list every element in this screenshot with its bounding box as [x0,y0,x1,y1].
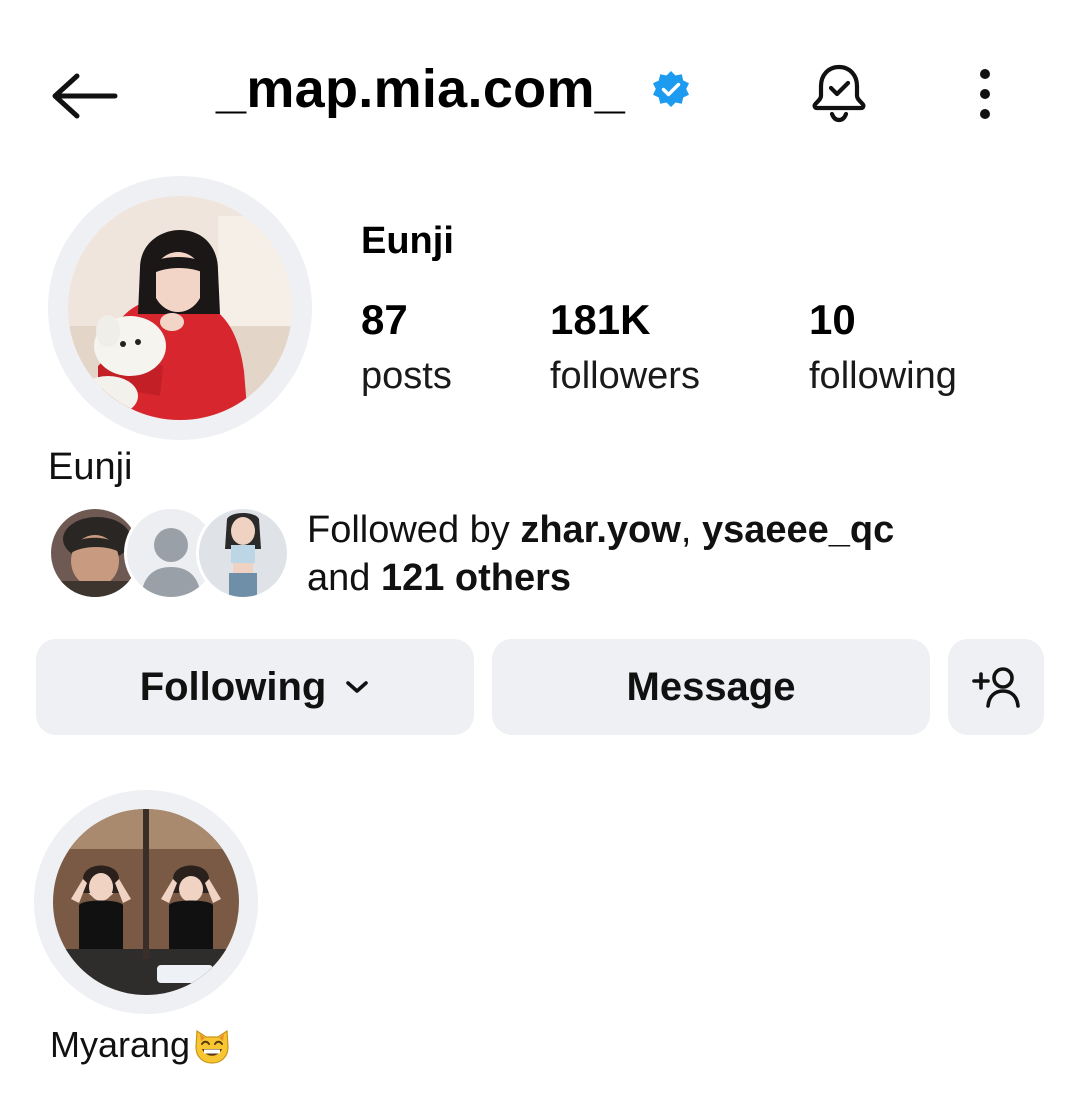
following-button[interactable]: Following [36,639,474,735]
profile-avatar[interactable] [48,176,312,440]
mutual-avatar-3 [196,506,290,600]
highlight-label: Myarang [50,1024,232,1066]
mutual-followers-avatars[interactable] [48,506,290,600]
highlight-cover [53,809,239,995]
followed-by-text[interactable]: Followed by zhar.yow, ysaeee_qcand 121 o… [307,506,1027,602]
stat-following-count: 10 [809,296,856,343]
stat-posts-label: posts [361,355,452,397]
profile-display-name: Eunji [361,220,454,262]
back-button[interactable] [46,66,122,126]
profile-header-title: _map.mia.com_ [216,58,691,120]
verified-badge-icon [651,70,691,110]
stat-following[interactable]: 10 following [809,296,957,398]
stat-followers-count: 181K [550,296,651,343]
profile-username: _map.mia.com_ [216,59,626,119]
chevron-down-icon [344,679,370,695]
notifications-bell-button[interactable] [804,58,874,128]
message-button-label: Message [626,664,796,709]
stat-followers[interactable]: 181K followers [550,296,700,398]
followed-by-and: and [307,557,381,599]
stat-posts[interactable]: 87 posts [361,296,452,398]
mutual-follower-2[interactable]: ysaeee_qc [702,509,894,551]
grinning-cat-emoji-icon [192,1025,232,1065]
followed-by-prefix: Followed by [307,509,521,551]
mutual-followers-others[interactable]: 121 others [381,557,571,599]
mutual-follower-1[interactable]: zhar.yow [520,509,681,551]
bell-check-icon [812,64,866,123]
profile-photo [68,196,292,420]
suggested-users-button[interactable] [948,639,1044,735]
stat-following-label: following [809,355,957,397]
following-button-label: Following [139,664,327,709]
bio-name: Eunji [48,446,133,488]
followed-by-separator: , [680,509,702,551]
more-options-button[interactable] [960,64,1010,124]
stat-followers-label: followers [550,355,700,397]
more-vertical-icon [980,69,990,119]
arrow-left-icon [52,73,118,119]
add-user-icon [972,667,1020,708]
story-highlight[interactable] [34,790,258,1014]
stat-posts-count: 87 [361,296,408,343]
message-button[interactable]: Message [492,639,930,735]
highlight-label-text: Myarang [50,1024,191,1065]
